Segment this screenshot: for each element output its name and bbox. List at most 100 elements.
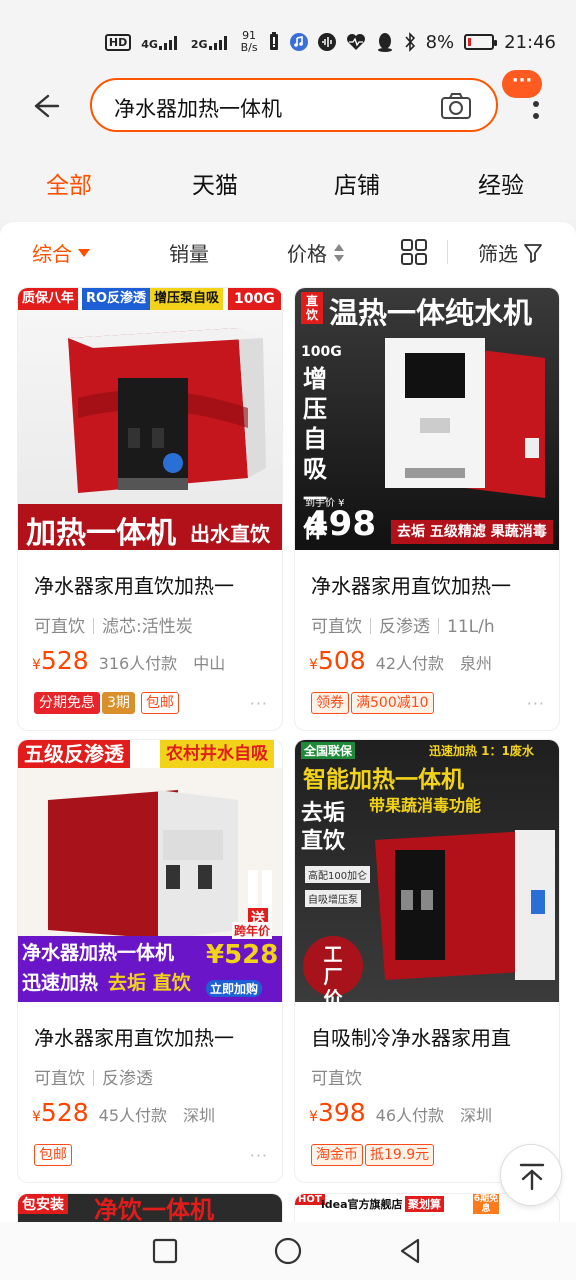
sort-updown-icon — [334, 243, 344, 262]
attribute: 可直饮 — [34, 617, 85, 637]
sort-sales[interactable]: 销量 — [169, 238, 209, 267]
sales-count: 316人付款 — [98, 654, 178, 673]
back-arrow-icon[interactable] — [28, 88, 64, 124]
image-label: 质保八年 — [18, 288, 79, 310]
product-card[interactable]: 全国联保 迅速加热 1：1废水 智能加热一体机 去垢直饮 带果蔬消毒功能 高配1… — [295, 740, 559, 1182]
image-label: 农村井水自吸 — [160, 740, 274, 768]
currency-symbol: ¥ — [32, 1109, 41, 1125]
image-label: RO反渗透 — [82, 288, 151, 310]
battery-alert-icon — [269, 32, 278, 50]
image-label: 跨年价 — [232, 922, 273, 939]
sales-count: 46人付款 — [375, 1106, 445, 1125]
attribute: 反渗透 — [102, 1069, 153, 1089]
currency-symbol: ¥ — [309, 1109, 318, 1125]
image-label: 100G — [228, 288, 281, 310]
image-label: 去垢 直饮 — [108, 972, 191, 994]
more-options-icon[interactable]: ··· — [527, 694, 545, 713]
product-attributes: 可直饮 反渗透 11L/h — [311, 612, 495, 637]
attribute: 滤芯:活性炭 — [102, 617, 193, 637]
image-price: ¥528 — [206, 940, 279, 970]
sort-comprehensive-label: 综合 — [32, 242, 72, 266]
product-card[interactable]: 质保八年 RO反渗透 增压泵自吸 100G 加热一体机 出水直饮 净水器家用直饮… — [18, 288, 282, 730]
promo-tags: 包邮 — [34, 1144, 72, 1166]
home-icon[interactable] — [271, 1234, 305, 1268]
product-image: 质保八年 RO反渗透 增压泵自吸 100G 加热一体机 出水直饮 — [18, 288, 282, 550]
image-chip: 自吸增压泵 — [305, 890, 361, 907]
product-card[interactable]: 直饮 温热一体纯水机 100G 增压自吸一体 到手价 ¥ 498 去垢 五级精滤… — [295, 288, 559, 730]
price-row: ¥ 398 46人付款 深圳 — [309, 1098, 492, 1127]
net-2g-label: 2G — [190, 38, 208, 51]
currency-symbol: ¥ — [32, 657, 41, 673]
net-4g-label: 4G — [141, 38, 158, 51]
back-triangle-icon[interactable] — [394, 1234, 428, 1268]
filter-button[interactable]: 筛选 — [478, 238, 542, 267]
sort-bar: 综合 销量 价格 筛选 — [0, 222, 576, 282]
product-card[interactable]: 包安装 净饮一体机 — [18, 1194, 282, 1222]
image-label: 去垢 五级精滤 果蔬消毒 — [391, 520, 553, 544]
tab-experience[interactable]: 经验 — [478, 166, 524, 200]
more-menu-button[interactable]: ··· — [502, 70, 548, 128]
camera-icon[interactable] — [440, 92, 472, 120]
image-label: idea官方旗舰店 — [321, 1198, 403, 1211]
status-bar: HD 4G 2G 91 B/s 8% 21:46 — [0, 0, 576, 78]
grid-view-icon[interactable] — [401, 239, 427, 265]
currency-symbol: ¥ — [309, 657, 318, 673]
image-label: 工厂价 — [323, 944, 343, 1002]
product-card[interactable]: 五级反渗透 农村井水自吸 送 净水器加热一体机 迅速加热 去垢 直饮 跨年价 ¥… — [18, 740, 282, 1182]
product-price: 528 — [40, 1098, 89, 1127]
product-price: 508 — [317, 646, 366, 675]
product-attributes: 可直饮 滤芯:活性炭 — [34, 612, 193, 637]
sort-comprehensive[interactable]: 综合 — [32, 238, 90, 267]
more-options-icon[interactable]: ··· — [250, 1146, 268, 1165]
image-label: 迅速加热 — [22, 972, 99, 994]
back-to-top-button[interactable] — [500, 1144, 562, 1206]
attribute: 可直饮 — [34, 1069, 85, 1089]
price-row: ¥ 528 45人付款 深圳 — [32, 1098, 215, 1127]
promo-tag: 包邮 — [140, 692, 179, 714]
sales-count: 42人付款 — [375, 654, 445, 673]
attribute: 11L/h — [447, 617, 495, 637]
search-box[interactable]: 净水器加热一体机 — [90, 78, 498, 132]
image-label: 加热一体机 — [26, 516, 176, 550]
product-image: 直饮 温热一体纯水机 100G 增压自吸一体 到手价 ¥ 498 去垢 五级精滤… — [295, 288, 559, 550]
net-speed-unit: B/s — [240, 41, 258, 54]
tab-stores[interactable]: 店铺 — [334, 166, 380, 200]
promo-tag: 分期免息 — [34, 692, 100, 714]
coupon-tag: 领券 — [311, 692, 349, 714]
bluetooth-icon — [404, 32, 415, 52]
image-label: 聚划算 — [405, 1196, 444, 1212]
recent-apps-icon[interactable] — [148, 1234, 182, 1268]
promo-tags: 淘金币 抵19.9元 — [311, 1144, 435, 1166]
more-options-icon[interactable]: ··· — [250, 694, 268, 713]
image-chip: 高配100加仑 — [305, 866, 371, 883]
sort-price[interactable]: 价格 — [287, 238, 345, 267]
image-label: 6期免息 — [473, 1194, 499, 1214]
sales-count: 45人付款 — [98, 1106, 168, 1125]
water-purifier-illustration — [48, 790, 272, 940]
image-label: 立即加购 — [206, 980, 263, 997]
filter-funnel-icon — [524, 243, 542, 263]
promo-tag: 3期 — [102, 692, 135, 714]
qq-icon — [377, 33, 392, 52]
promo-tags: 领券 满500减10 — [311, 692, 434, 714]
hd-indicator: HD — [104, 33, 132, 51]
image-label: 包安装 — [18, 1194, 68, 1214]
image-label: 全国联保 — [301, 742, 356, 759]
product-attributes: 可直饮 反渗透 — [34, 1064, 153, 1089]
tab-all[interactable]: 全部 — [46, 166, 92, 200]
product-title: 净水器家用直饮加热一 — [34, 1026, 234, 1050]
seller-location: 中山 — [193, 654, 226, 673]
music-app-icon — [289, 33, 308, 51]
image-price: 498 — [305, 504, 376, 544]
category-tabs: 全部 天猫 店铺 经验 — [0, 140, 576, 220]
sort-price-label: 价格 — [287, 242, 327, 266]
more-vertical-icon — [533, 101, 539, 119]
image-label: 净水器加热一体机 — [22, 942, 175, 964]
product-title: 自吸制冷净水器家用直 — [311, 1026, 511, 1050]
product-grid: 质保八年 RO反渗透 增压泵自吸 100G 加热一体机 出水直饮 净水器家用直饮… — [0, 282, 576, 1222]
search-query[interactable]: 净水器加热一体机 — [114, 93, 282, 123]
product-image: 全国联保 迅速加热 1：1废水 智能加热一体机 去垢直饮 带果蔬消毒功能 高配1… — [295, 740, 559, 1002]
image-headline: 净饮一体机 — [94, 1196, 214, 1222]
seller-location: 泉州 — [460, 654, 493, 673]
tab-tmall[interactable]: 天猫 — [192, 166, 238, 200]
